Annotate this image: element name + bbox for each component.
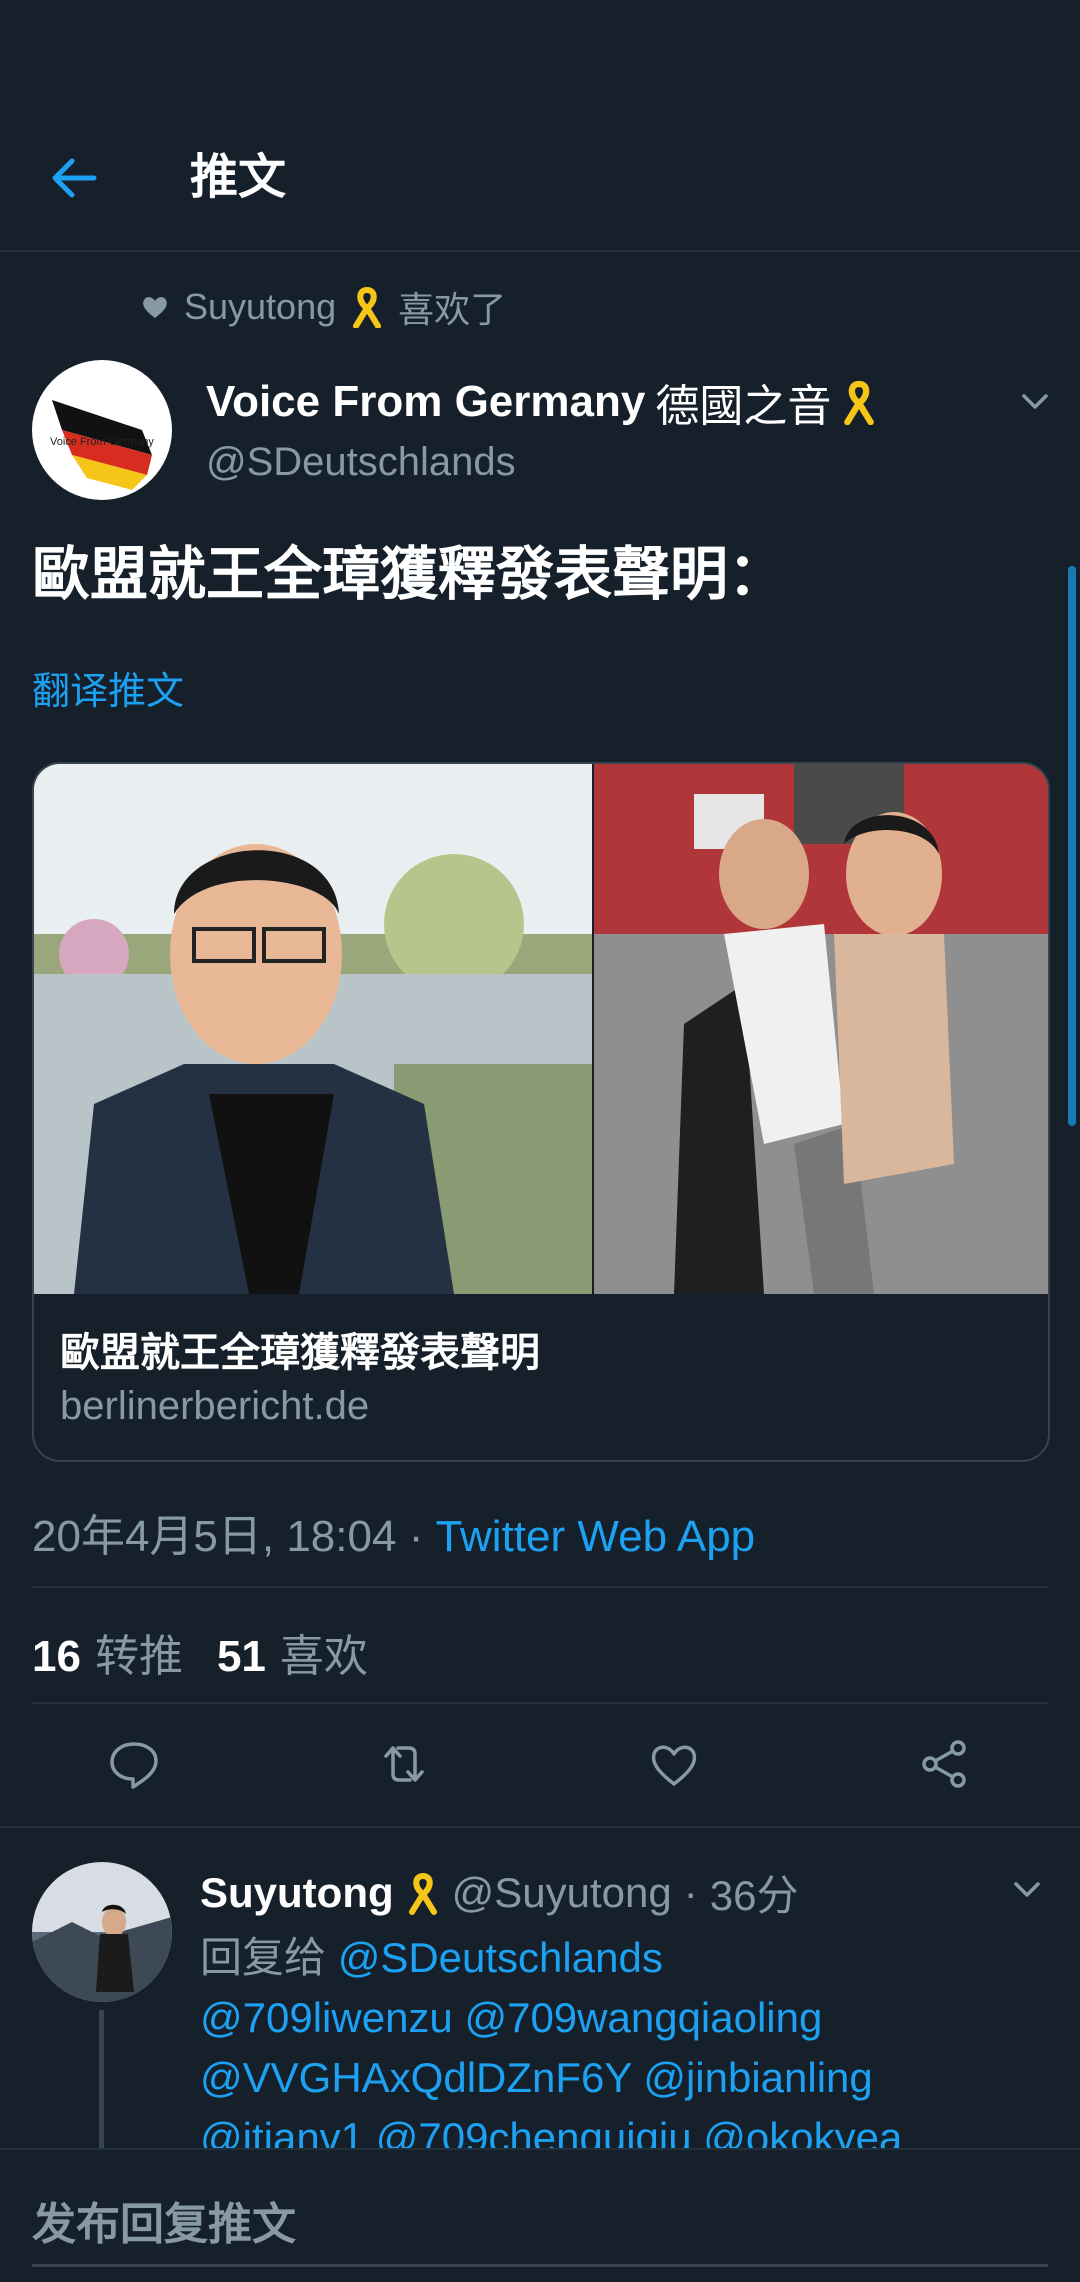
translate-tweet-link[interactable]: 翻译推文 [32, 660, 184, 715]
reply-input-placeholder[interactable]: 发布回复推文 [32, 2188, 296, 2252]
reply-time: 36分 [709, 1872, 799, 1919]
tweet-meta: 20年4月5日, 18:04 · Twitter Web App [32, 1500, 755, 1564]
scrollbar[interactable] [1068, 566, 1076, 1126]
back-arrow-icon[interactable] [44, 148, 104, 208]
social-context: Suyutong 喜欢了 [140, 282, 506, 332]
heart-icon [143, 297, 167, 318]
reply-icon[interactable] [106, 1736, 162, 1792]
mention-line[interactable]: @709liwenzu @709wangqiaoling [200, 1988, 1060, 2048]
replying-to-prefix: 回复给 [200, 1934, 327, 1981]
chevron-down-icon[interactable] [1018, 384, 1052, 418]
svg-text:Voice From Germany: Voice From Germany [50, 436, 154, 448]
top-app-bar [0, 100, 1080, 252]
status-bar [0, 0, 1080, 100]
reply-header: Suyutong @Suyutong · 36分 [200, 1862, 798, 1923]
reply-author-name[interactable]: Suyutong [200, 1869, 394, 1917]
reply-mentions: @709liwenzu @709wangqiaoling @VVGHAxQdlD… [200, 1988, 1060, 2168]
section-divider [0, 1826, 1080, 1828]
liker-name[interactable]: Suyutong [184, 286, 336, 328]
yellow-ribbon-icon [408, 1872, 437, 1915]
reply-author-avatar[interactable] [32, 1862, 172, 2002]
divider [32, 1586, 1048, 1588]
page-title: 推文 [190, 151, 287, 204]
reply-author-handle[interactable]: @Suyutong [452, 1869, 672, 1917]
meta-separator: · [408, 1512, 424, 1561]
thread-connector [99, 2010, 104, 2150]
author-display-name[interactable]: Voice From Germany [206, 377, 645, 427]
like-stat[interactable]: 51 喜欢 [217, 1620, 368, 1684]
card-domain: berlinerbericht.de [60, 1384, 370, 1428]
replying-to: 回复给 @SDeutschlands [200, 1924, 663, 1985]
replying-to-handle[interactable]: @SDeutschlands [338, 1934, 663, 1981]
link-card[interactable]: 歐盟就王全璋獲釋發表聲明 berlinerbericht.de [32, 762, 1050, 1462]
yellow-ribbon-icon [353, 286, 382, 328]
tweet-stats: 16 转推 51 喜欢 [32, 1620, 368, 1684]
like-count: 51 [216, 1632, 266, 1681]
card-photo-family [594, 764, 1048, 1294]
tweet-timestamp: 20年4月5日, 18:04 [32, 1512, 397, 1561]
author-name[interactable]: Voice From Germany 德國之音 [206, 370, 877, 434]
composer-underline [32, 2264, 1048, 2267]
tweet-text: 歐盟就王全璋獲釋發表聲明： [32, 542, 787, 607]
author-handle[interactable]: @SDeutschlands [206, 440, 516, 485]
author-avatar[interactable]: Voice From Germany [32, 360, 172, 500]
card-title: 歐盟就王全璋獲釋發表聲明 [60, 1331, 540, 1375]
like-label: 喜欢 [279, 1632, 368, 1681]
retweet-icon[interactable] [376, 1736, 432, 1792]
liked-label: 喜欢了 [398, 289, 507, 330]
tweet-source-link[interactable]: Twitter Web App [436, 1512, 756, 1561]
yellow-ribbon-icon [844, 380, 875, 425]
like-icon[interactable] [646, 1736, 702, 1792]
tweet-actions [0, 1724, 1080, 1808]
mention-line[interactable]: @VVGHAxQdlDZnF6Y @jinbianling [200, 2048, 1060, 2108]
card-photo-man [34, 764, 592, 1294]
retweet-label: 转推 [94, 1632, 183, 1681]
retweet-stat[interactable]: 16 转推 [32, 1620, 183, 1684]
author-display-name-cjk[interactable]: 德國之音 [655, 370, 831, 434]
reply-separator: · [683, 1868, 698, 1916]
retweet-count: 16 [32, 1632, 81, 1681]
reply-composer[interactable]: 发布回复推文 [0, 2148, 1080, 2282]
share-icon[interactable] [916, 1736, 972, 1792]
divider [32, 1702, 1048, 1704]
chevron-down-icon[interactable] [1010, 1872, 1044, 1906]
